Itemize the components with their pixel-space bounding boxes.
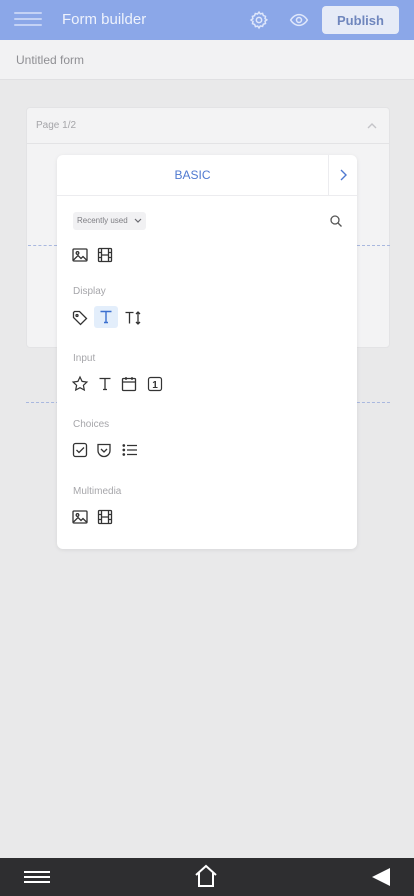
section-label-choices: Choices	[73, 419, 110, 430]
chevron-down-icon	[134, 218, 142, 223]
calendar-icon[interactable]	[120, 375, 138, 393]
text-resize-icon[interactable]	[124, 309, 142, 327]
next-tab-button[interactable]	[328, 155, 357, 195]
back-icon[interactable]	[370, 866, 392, 888]
section-label-display: Display	[73, 286, 106, 297]
app-title: Form builder	[62, 11, 147, 28]
drop-zone-divider	[28, 245, 57, 246]
image-icon[interactable]	[71, 246, 89, 264]
page-header: Page 1/2	[27, 108, 389, 144]
recently-used-dropdown[interactable]: Recently used	[73, 212, 146, 230]
page-label: Page 1/2	[36, 120, 77, 131]
gear-icon[interactable]	[249, 10, 269, 30]
top-app-bar: Form builder Publish	[0, 0, 414, 40]
drop-zone-divider	[357, 245, 390, 246]
home-icon[interactable]	[193, 863, 219, 889]
chevron-up-icon[interactable]	[365, 119, 379, 133]
panel-tabs: BASIC	[57, 155, 357, 196]
publish-button[interactable]: Publish	[322, 6, 399, 34]
eye-icon[interactable]	[289, 10, 309, 30]
recently-used-label: Recently used	[77, 216, 128, 225]
element-picker-panel: BASIC Recently used Display Input 1 Choi…	[57, 155, 357, 549]
text-icon-selected[interactable]	[94, 306, 118, 328]
section-label-multimedia: Multimedia	[73, 486, 122, 497]
tab-basic[interactable]: BASIC	[57, 155, 328, 195]
number-input-icon[interactable]: 1	[146, 375, 164, 393]
text-input-icon[interactable]	[96, 375, 114, 393]
video-icon[interactable]	[96, 508, 114, 526]
dropdown-icon[interactable]	[95, 441, 113, 459]
search-icon[interactable]	[329, 214, 343, 228]
section-label-input: Input	[73, 353, 96, 364]
tag-icon[interactable]	[71, 309, 89, 327]
form-name-bar: Untitled form	[0, 40, 414, 80]
nav-menu-icon[interactable]	[24, 871, 50, 883]
menu-icon[interactable]	[14, 12, 42, 28]
list-icon[interactable]	[121, 441, 139, 459]
form-name[interactable]: Untitled form	[16, 53, 84, 67]
video-icon[interactable]	[96, 246, 114, 264]
star-icon[interactable]	[71, 375, 89, 393]
checkbox-icon[interactable]	[71, 441, 89, 459]
image-icon[interactable]	[71, 508, 89, 526]
chevron-right-icon	[340, 169, 347, 181]
system-nav-bar	[0, 858, 414, 896]
number-glyph: 1	[152, 380, 158, 391]
